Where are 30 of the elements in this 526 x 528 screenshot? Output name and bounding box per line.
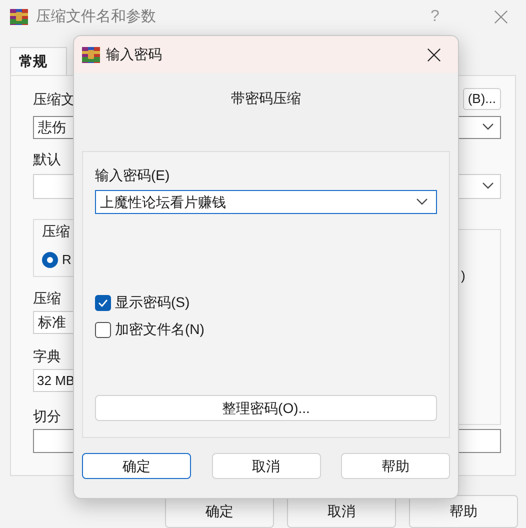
dialog-button[interactable]: 帮助: [341, 453, 450, 479]
books-icon: [10, 8, 28, 26]
radio-button[interactable]: [42, 252, 58, 268]
field-label: 压缩: [33, 288, 61, 308]
field-label: 压缩文: [33, 90, 75, 109]
close-icon: [494, 10, 508, 24]
dialog-button[interactable]: 帮助: [409, 495, 518, 528]
field-label: 输入密码(E): [95, 166, 171, 185]
close-icon: [427, 48, 441, 62]
group-text: ): [461, 266, 466, 285]
checkbox-label: 加密文件名(N): [115, 320, 204, 339]
password-field[interactable]: 上魔性论坛看片赚钱: [95, 190, 437, 214]
dialog-button[interactable]: 确定: [82, 453, 191, 479]
dialog-heading: 带密码压缩: [231, 89, 301, 108]
books-icon: [82, 46, 100, 64]
field-label: 默认: [33, 150, 61, 169]
tab[interactable]: 常规: [10, 46, 67, 75]
checkbox[interactable]: [95, 294, 111, 310]
dialog-button[interactable]: 取消: [212, 453, 320, 479]
checkbox-label: 显示密码(S): [115, 293, 190, 312]
window-title: 压缩文件名和参数: [36, 7, 157, 28]
browse-button[interactable]: (B)...: [462, 88, 501, 110]
field-label: 字典: [33, 346, 61, 366]
checkbox[interactable]: [95, 322, 111, 338]
field-label: 切分: [33, 406, 61, 426]
group-label: 压缩: [42, 222, 70, 241]
dialog-title: 输入密码: [106, 45, 163, 64]
checkmark-icon: [98, 298, 108, 306]
organize-passwords-button[interactable]: 整理密码(O)...: [95, 395, 437, 421]
radio-label: R: [62, 250, 72, 269]
